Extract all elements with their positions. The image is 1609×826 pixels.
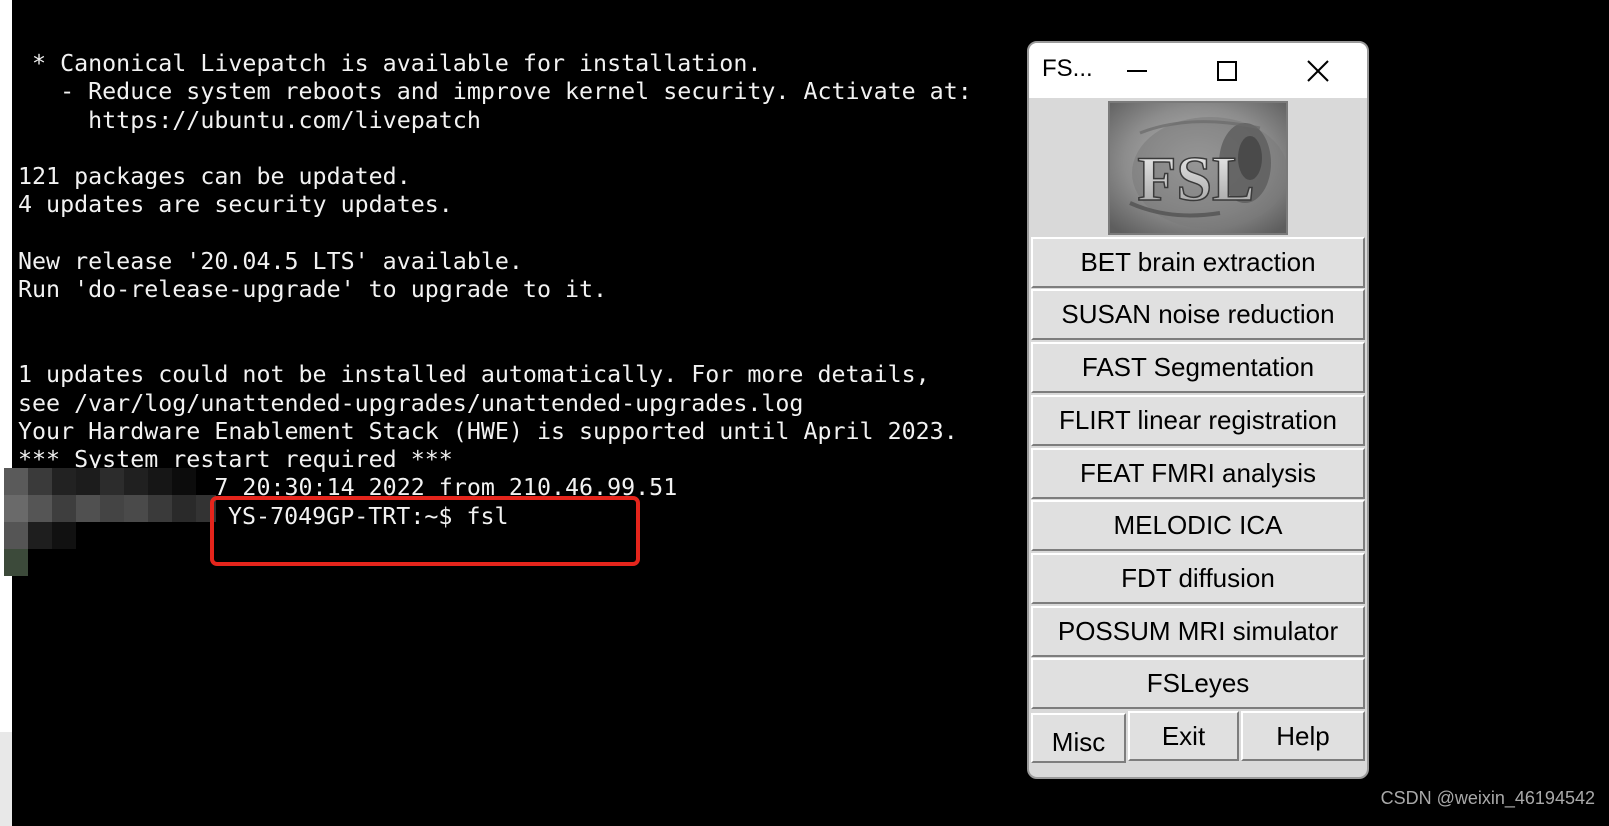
fsl-logo: FSL (1108, 101, 1288, 235)
terminal-line: 121 packages can be updated. (18, 163, 411, 191)
terminal-line: - Reduce system reboots and improve kern… (18, 78, 972, 106)
fsl-window: FS... FSL BET brain extraction SUSAN noi… (1027, 41, 1369, 779)
terminal-line: https://ubuntu.com/livepatch (18, 106, 481, 134)
close-button[interactable] (1283, 43, 1353, 98)
susan-noise-reduction-button[interactable]: SUSAN noise reduction (1031, 289, 1365, 340)
fsleyes-button[interactable]: FSLeyes (1031, 658, 1365, 709)
terminal-line: 4 updates are security updates. (18, 191, 453, 219)
fast-segmentation-button[interactable]: FAST Segmentation (1031, 342, 1365, 393)
command-highlight-box (210, 496, 640, 566)
feat-fmri-analysis-button[interactable]: FEAT FMRI analysis (1031, 448, 1365, 499)
terminal-line: 1 updates could not be installed automat… (18, 361, 930, 389)
terminal-output[interactable]: * Canonical Livepatch is available for i… (18, 50, 972, 531)
fdt-diffusion-button[interactable]: FDT diffusion (1031, 553, 1365, 604)
maximize-button[interactable] (1192, 43, 1262, 98)
maximize-icon (1217, 60, 1237, 81)
left-window-edge (0, 0, 12, 826)
bet-brain-extraction-button[interactable]: BET brain extraction (1031, 237, 1365, 288)
logo-text: FSL (1137, 143, 1254, 214)
exit-button[interactable]: Exit (1128, 711, 1239, 761)
help-button[interactable]: Help (1241, 711, 1365, 761)
minimize-icon (1127, 69, 1147, 72)
fsl-titlebar[interactable]: FS... (1029, 43, 1367, 98)
possum-mri-simulator-button[interactable]: POSSUM MRI simulator (1031, 606, 1365, 657)
minimize-button[interactable] (1102, 43, 1172, 98)
trilobite-logo-icon: FSL (1110, 103, 1286, 233)
desktop-screen: * Canonical Livepatch is available for i… (0, 0, 1609, 826)
terminal-line: Your Hardware Enablement Stack (HWE) is … (18, 417, 958, 445)
terminal-line: see /var/log/unattended-upgrades/unatten… (18, 389, 804, 417)
window-title: FS... (1042, 55, 1093, 82)
csdn-watermark: CSDN @weixin_46194542 (1380, 788, 1595, 808)
melodic-ica-button[interactable]: MELODIC ICA (1031, 500, 1365, 551)
flirt-linear-registration-button[interactable]: FLIRT linear registration (1031, 395, 1365, 446)
terminal-line: New release '20.04.5 LTS' available. (18, 248, 523, 276)
terminal-line: Run 'do-release-upgrade' to upgrade to i… (18, 276, 608, 304)
close-icon (1307, 59, 1329, 82)
terminal-line: * Canonical Livepatch is available for i… (18, 50, 762, 77)
misc-button[interactable]: Misc (1031, 713, 1126, 763)
pixelated-mask (4, 468, 219, 576)
